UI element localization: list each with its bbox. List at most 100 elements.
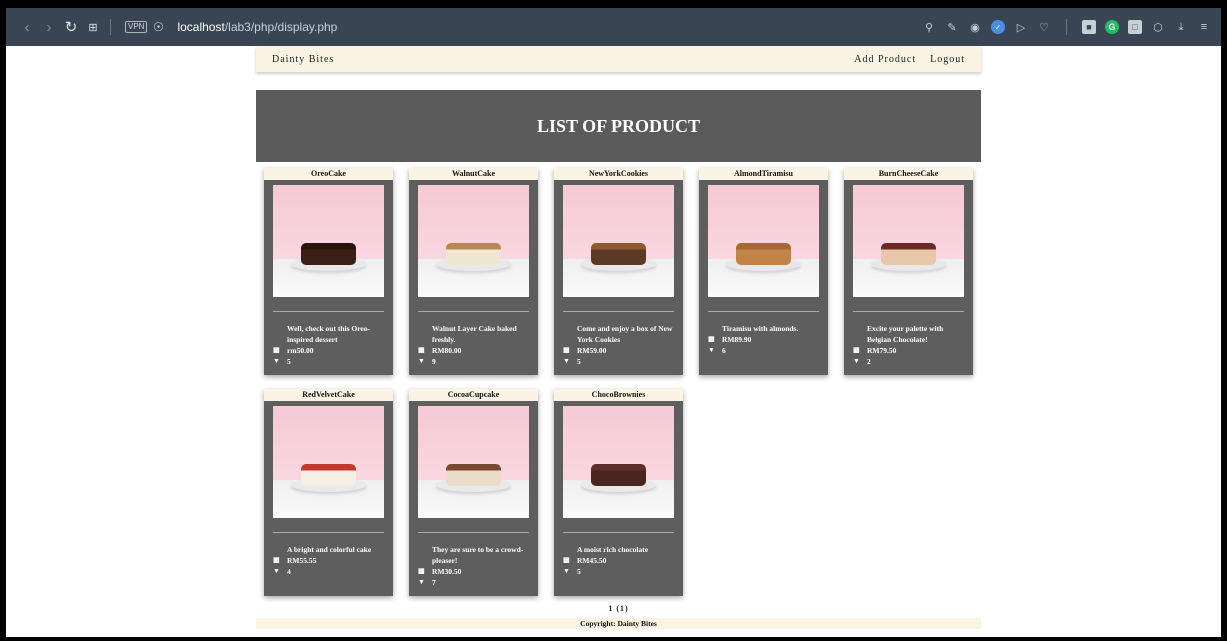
product-image[interactable] bbox=[273, 406, 384, 518]
image-cake bbox=[446, 243, 501, 265]
product-image[interactable] bbox=[853, 185, 964, 297]
toolbar-divider bbox=[1066, 19, 1067, 35]
product-name: AlmondTiramisu bbox=[699, 168, 828, 180]
product-image[interactable] bbox=[563, 406, 674, 518]
product-description: Well, check out this Oreo-inspired desse… bbox=[287, 324, 370, 344]
money-icon: ▩ bbox=[563, 556, 570, 564]
url-path: /lab3/php/display.php bbox=[224, 20, 338, 34]
extension-box-icon[interactable]: □ bbox=[1128, 20, 1142, 34]
page-title: LIST OF PRODUCT bbox=[536, 115, 701, 136]
play-icon[interactable]: ▷ bbox=[1014, 20, 1028, 34]
price-row: ▩ RM30.50 bbox=[418, 566, 529, 577]
product-card[interactable]: NewYorkCookies Come and enjoy a box of N… bbox=[554, 168, 683, 375]
back-icon[interactable]: ‹ bbox=[16, 16, 38, 38]
menu-icon[interactable]: ≡ bbox=[1197, 20, 1211, 34]
product-image[interactable] bbox=[708, 185, 819, 297]
extension-icon[interactable]: ■ bbox=[1082, 20, 1096, 34]
id-card-icon bbox=[273, 323, 287, 345]
price-row: ▩ RM80.00 bbox=[418, 345, 529, 356]
brand-link[interactable]: Dainty Bites bbox=[272, 54, 334, 65]
product-quantity: 5 bbox=[287, 357, 291, 366]
product-description: Walnut Layer Cake baked freshly. bbox=[432, 324, 517, 344]
product-info: Excite your palette with Belgian Chocola… bbox=[844, 312, 973, 375]
qty-row: ▼ 4 bbox=[273, 566, 384, 577]
heart-icon[interactable]: ♡ bbox=[1037, 20, 1051, 34]
money-icon: ▩ bbox=[418, 346, 425, 354]
product-description: A bright and colorful cake bbox=[287, 545, 372, 554]
logout-link[interactable]: Logout bbox=[930, 54, 965, 65]
product-price: RM55.55 bbox=[287, 556, 317, 565]
globe-icon: ☉ bbox=[153, 20, 164, 34]
qty-row: ▼ 2 bbox=[853, 356, 964, 367]
product-card[interactable]: RedVelvetCake A bright and colorful cake… bbox=[264, 389, 393, 596]
product-card[interactable]: OreoCake Well, check out this Oreo-inspi… bbox=[264, 168, 393, 375]
gift-icon: ▼ bbox=[273, 357, 280, 365]
pagination[interactable]: 1 (1) bbox=[256, 604, 981, 613]
product-info: Well, check out this Oreo-inspired desse… bbox=[264, 312, 393, 375]
desc-row: A moist rich chocolate bbox=[563, 544, 674, 555]
desc-row: Walnut Layer Cake baked freshly. bbox=[418, 323, 529, 345]
add-product-link[interactable]: Add Product bbox=[854, 54, 916, 65]
apps-grid-icon[interactable]: ⊞ bbox=[82, 16, 104, 38]
product-description: Excite your palette with Belgian Chocola… bbox=[867, 324, 944, 344]
download-icon[interactable]: ⤓ bbox=[1174, 20, 1188, 34]
search-icon[interactable]: ⚲ bbox=[922, 20, 936, 34]
product-info: A moist rich chocolate ▩ RM45.50 ▼ 5 bbox=[554, 533, 683, 585]
product-quantity: 9 bbox=[432, 357, 436, 366]
price-row: ▩ RM59.00 bbox=[563, 345, 674, 356]
product-image[interactable] bbox=[418, 406, 529, 518]
qty-row: ▼ 6 bbox=[708, 345, 819, 356]
product-card[interactable]: CocoaCupcake They are sure to be a crowd… bbox=[409, 389, 538, 596]
image-cake bbox=[591, 464, 646, 486]
image-cake bbox=[591, 243, 646, 265]
product-name: RedVelvetCake bbox=[264, 389, 393, 401]
product-info: Walnut Layer Cake baked freshly. ▩ RM80.0… bbox=[409, 312, 538, 375]
cube-icon[interactable]: ⬡ bbox=[1151, 20, 1165, 34]
id-card-icon bbox=[418, 323, 432, 345]
product-card[interactable]: BurnCheeseCake Excite your palette with … bbox=[844, 168, 973, 375]
product-card[interactable]: AlmondTiramisu Tiramisu with almonds. ▩ R… bbox=[699, 168, 828, 375]
id-card-icon bbox=[853, 323, 867, 345]
qty-row: ▼ 5 bbox=[563, 356, 674, 367]
camera-icon[interactable]: ◉ bbox=[968, 20, 982, 34]
product-price: RM59.00 bbox=[577, 346, 607, 355]
forward-icon[interactable]: › bbox=[38, 16, 60, 38]
product-price: RM30.50 bbox=[432, 567, 462, 576]
product-image[interactable] bbox=[273, 185, 384, 297]
desc-row: They are sure to be a crowd-pleaser! bbox=[418, 544, 529, 566]
gift-icon: ▼ bbox=[563, 567, 570, 575]
nav-links: Add Product Logout bbox=[854, 54, 965, 65]
qty-row: ▼ 9 bbox=[418, 356, 529, 367]
product-price: RM80.00 bbox=[432, 346, 462, 355]
desc-row: A bright and colorful cake bbox=[273, 544, 384, 555]
product-name: BurnCheeseCake bbox=[844, 168, 973, 180]
gift-icon: ▼ bbox=[708, 346, 715, 354]
qty-row: ▼ 5 bbox=[563, 566, 674, 577]
browser-window: ‹ › ↻ ⊞ VPN ☉ localhost/lab3/php/display… bbox=[6, 8, 1221, 637]
product-card[interactable]: ChocoBrownies A moist rich chocolate ▩ RM… bbox=[554, 389, 683, 596]
product-info: Come and enjoy a box of New York Cookies… bbox=[554, 312, 683, 375]
product-quantity: 6 bbox=[722, 346, 726, 355]
reload-icon[interactable]: ↻ bbox=[60, 16, 82, 38]
product-description: They are sure to be a crowd-pleaser! bbox=[432, 545, 524, 565]
edit-icon[interactable]: ✎ bbox=[945, 20, 959, 34]
desc-row: Well, check out this Oreo-inspired desse… bbox=[273, 323, 384, 345]
price-row: ▩ RM89.90 bbox=[708, 334, 819, 345]
vpn-badge[interactable]: VPN bbox=[125, 21, 148, 33]
grammarly-icon[interactable]: G bbox=[1105, 20, 1119, 34]
shield-icon[interactable]: ✓ bbox=[991, 20, 1005, 34]
product-image[interactable] bbox=[563, 185, 674, 297]
toolbar-divider bbox=[110, 19, 111, 35]
product-quantity: 5 bbox=[577, 567, 581, 576]
product-name: CocoaCupcake bbox=[409, 389, 538, 401]
product-quantity: 4 bbox=[287, 567, 291, 576]
money-icon: ▩ bbox=[273, 346, 280, 354]
id-card-icon bbox=[563, 323, 577, 345]
product-info: Tiramisu with almonds. ▩ RM89.90 ▼ 6 bbox=[699, 312, 828, 364]
desc-row: Excite your palette with Belgian Chocola… bbox=[853, 323, 964, 345]
image-cake bbox=[446, 464, 501, 486]
product-image[interactable] bbox=[418, 185, 529, 297]
product-card[interactable]: WalnutCake Walnut Layer Cake baked fresh… bbox=[409, 168, 538, 375]
address-bar[interactable]: localhost/lab3/php/display.php bbox=[177, 20, 337, 34]
product-description: Come and enjoy a box of New York Cookies bbox=[577, 324, 673, 344]
